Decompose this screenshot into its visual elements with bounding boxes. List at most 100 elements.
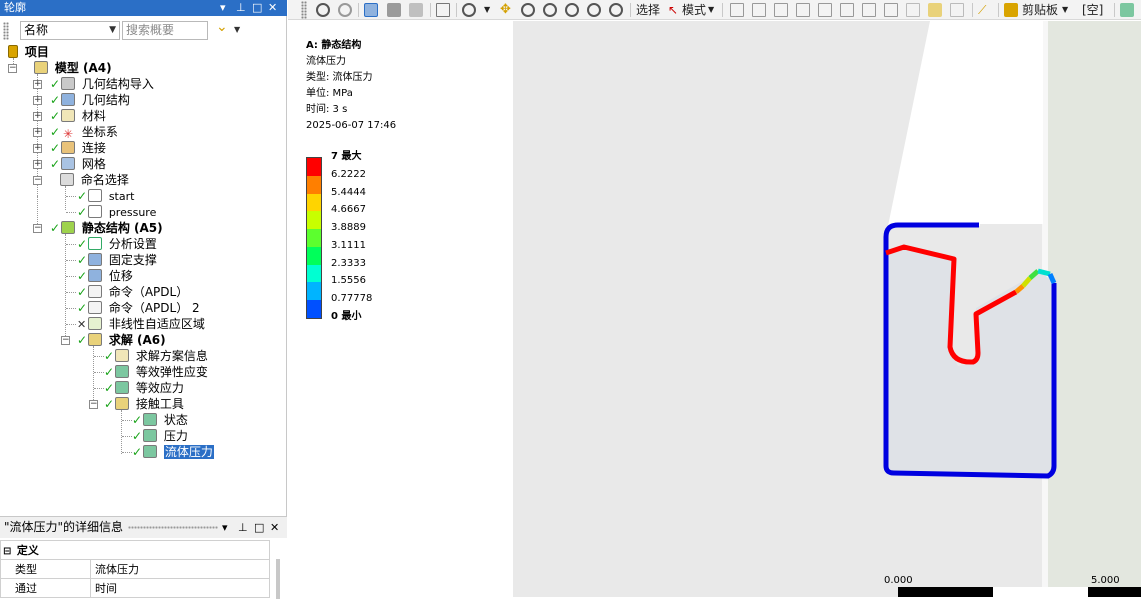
select-element-face-icon[interactable]: [862, 3, 876, 17]
select-button[interactable]: 选择: [636, 2, 660, 18]
dropdown-icon[interactable]: ▾: [220, 0, 226, 16]
tree-item-equivalent-elastic-strain[interactable]: ✓ 等效弹性应变: [104, 364, 208, 380]
details-row[interactable]: 类型 流体压力: [0, 559, 270, 579]
scale-left-label: 0.000: [884, 575, 913, 586]
pin-icon[interactable]: ⊥: [238, 517, 248, 538]
panel-grip[interactable]: [128, 526, 218, 529]
tree-item-command-apdl-2[interactable]: ✓ 命令（APDL） 2: [77, 300, 200, 316]
details-scrollbar[interactable]: [276, 559, 280, 599]
tree-item-nonlinear-adaptive[interactable]: ✕ 非线性自适应区域: [77, 316, 205, 332]
filter-field-select[interactable]: 名称 ▼: [20, 21, 120, 40]
graph-icon[interactable]: ⟋: [978, 2, 986, 18]
toolbar-grip[interactable]: [3, 22, 9, 40]
tree-item-mesh[interactable]: ✓ 网格: [50, 156, 106, 172]
collapse-toggle[interactable]: −: [33, 224, 42, 233]
tree-item-geometry-import[interactable]: ✓ 几何结构导入: [50, 76, 154, 92]
zoom-fit-icon[interactable]: [565, 3, 579, 17]
outline-search-input[interactable]: 搜索概要: [122, 21, 208, 40]
tree-item-contact-tool[interactable]: ✓ 接触工具: [104, 396, 184, 412]
maximize-icon[interactable]: □: [252, 0, 262, 16]
solid-view-icon[interactable]: [364, 3, 378, 17]
tree-item-command-apdl-1[interactable]: ✓ 命令（APDL）: [77, 284, 188, 300]
details-section-row[interactable]: ⊟ 定义: [0, 540, 270, 560]
collapse-icon[interactable]: ⊟: [3, 546, 13, 557]
multi-body-icon[interactable]: [409, 3, 423, 17]
pan-icon[interactable]: ✥: [500, 2, 511, 18]
empty-selection-label: [空]: [1082, 3, 1104, 17]
label-icon[interactable]: [928, 3, 942, 17]
rotate-icon[interactable]: [462, 3, 476, 17]
select-face-icon[interactable]: [774, 3, 788, 17]
tree-item-ns-pressure[interactable]: ✓ pressure: [77, 204, 156, 220]
select-mesh-icon[interactable]: [884, 3, 898, 17]
expand-toggle[interactable]: +: [33, 112, 42, 121]
select-edge-icon[interactable]: [752, 3, 766, 17]
select-vertex-icon[interactable]: [730, 3, 744, 17]
collapse-toggle[interactable]: −: [8, 64, 17, 73]
tree-item-solution[interactable]: ✓ 求解 (A6): [77, 332, 166, 348]
tree-item-analysis-settings[interactable]: ✓ 分析设置: [77, 236, 157, 252]
check-icon: ✓: [104, 349, 115, 363]
tree-item-connections[interactable]: ✓ 连接: [50, 140, 106, 156]
zoom-to-selection-icon[interactable]: [587, 3, 601, 17]
tree-item-pressure[interactable]: ✓ 压力: [132, 428, 188, 444]
clipboard-icon[interactable]: [1004, 3, 1018, 17]
chevron-down-icon[interactable]: ▼: [708, 2, 714, 18]
tree-item-materials[interactable]: ✓ 材料: [50, 108, 106, 124]
tree-item-geometry[interactable]: ✓ 几何结构: [50, 92, 130, 108]
details-value[interactable]: 流体压力: [90, 559, 270, 579]
tree-item-status[interactable]: ✓ 状态: [132, 412, 188, 428]
collapse-toggle[interactable]: −: [89, 400, 98, 409]
zoom-out-icon[interactable]: [338, 3, 352, 17]
expand-toggle[interactable]: +: [33, 80, 42, 89]
tree-item-equivalent-stress[interactable]: ✓ 等效应力: [104, 380, 184, 396]
filter-chevron-icon[interactable]: ⌄: [216, 19, 228, 35]
expand-toggle[interactable]: +: [33, 160, 42, 169]
collapse-toggle[interactable]: −: [33, 176, 42, 185]
zoom-icon[interactable]: [521, 3, 535, 17]
tree-item-coordinate-systems[interactable]: ✓ ✳ 坐标系: [50, 124, 118, 140]
toolbar-grip[interactable]: [301, 1, 307, 19]
body-view-icon[interactable]: [387, 3, 401, 17]
select-element-icon[interactable]: [840, 3, 854, 17]
zoom-box-icon[interactable]: [543, 3, 557, 17]
close-icon[interactable]: ✕: [268, 0, 277, 16]
select-body-icon[interactable]: [796, 3, 810, 17]
graphics-viewport[interactable]: A: 静态结构 流体压力 类型: 流体压力 单位: MPa 时间: 3 s 20…: [288, 21, 1141, 597]
details-value[interactable]: 时间: [90, 578, 270, 598]
tree-item-fixed-support[interactable]: ✓ 固定支撑: [77, 252, 157, 268]
dropdown-icon[interactable]: ▾: [222, 517, 228, 538]
magnifier-icon[interactable]: [609, 3, 623, 17]
clipboard-button[interactable]: 剪贴板: [1022, 2, 1058, 18]
chevron-down-icon[interactable]: ▼: [484, 2, 490, 18]
tree-item-solution-information[interactable]: ✓ 求解方案信息: [104, 348, 208, 364]
chevron-down-icon[interactable]: ▼: [234, 25, 240, 34]
expand-toggle[interactable]: +: [33, 96, 42, 105]
tree-item-static-structural[interactable]: ✓ 静态结构 (A5): [50, 220, 163, 236]
close-icon[interactable]: ✕: [270, 517, 279, 538]
pin-icon[interactable]: ⊥: [236, 0, 246, 16]
select-node-icon[interactable]: [818, 3, 832, 17]
tree-item-project[interactable]: 项目: [8, 44, 49, 60]
tree-item-named-selections[interactable]: 命名选择: [60, 172, 129, 188]
expand-toggle[interactable]: +: [33, 144, 42, 153]
cursor-icon[interactable]: ↖: [668, 2, 678, 18]
zoom-in-icon[interactable]: [316, 3, 330, 17]
model-geometry[interactable]: [288, 21, 1141, 597]
chevron-down-icon[interactable]: ▼: [1062, 2, 1068, 18]
tree-item-fluid-pressure[interactable]: ✓ 流体压力: [132, 444, 214, 460]
expand-toggle[interactable]: +: [33, 128, 42, 137]
extend-icon[interactable]: [950, 3, 964, 17]
box-select-icon[interactable]: [436, 3, 450, 17]
tree-item-ns-start[interactable]: ✓ start: [77, 188, 134, 204]
coordinate-select-icon[interactable]: [906, 3, 920, 17]
outline-panel: 轮廓 ▾ ⊥ □ ✕ 名称 ▼ 搜索概要 ⌄ ▼ 项目 − 模型 (A4) + …: [0, 0, 287, 599]
collapse-toggle[interactable]: −: [61, 336, 70, 345]
details-panel: "流体压力"的详细信息 ▾ ⊥ □ ✕ ⊟ 定义 类型 流体压力 通过 时间: [0, 516, 287, 599]
mode-button[interactable]: 模式: [682, 2, 706, 18]
tree-item-model[interactable]: 模型 (A4): [34, 60, 112, 76]
maximize-icon[interactable]: □: [254, 517, 264, 538]
result-icon[interactable]: [1120, 3, 1134, 17]
tree-item-displacement[interactable]: ✓ 位移: [77, 268, 133, 284]
details-row[interactable]: 通过 时间: [0, 578, 270, 598]
